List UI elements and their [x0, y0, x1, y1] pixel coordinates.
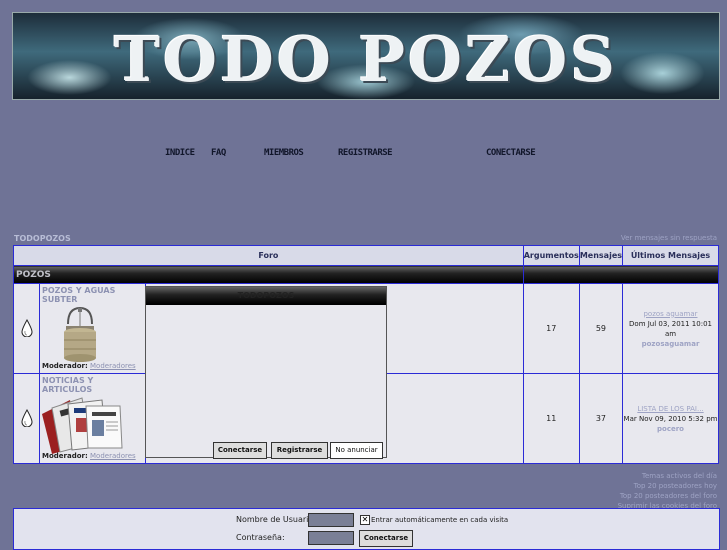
link-top-posters-forum[interactable]: Top 20 posteadores del foro — [618, 491, 717, 501]
nav-miembros[interactable]: MIEMBROS — [264, 148, 304, 158]
category-title[interactable]: POZOS — [13, 265, 524, 284]
forum-title[interactable]: NOTICIAS Y ARTICULOS — [40, 374, 145, 394]
forum-title[interactable]: POZOS Y AGUAS SUBTER — [40, 284, 145, 304]
moderator-label: Moderador: — [42, 452, 88, 460]
banner-title: TODO POZOS — [113, 23, 619, 96]
last-post-date: Dom Jul 03, 2011 10:01 am — [629, 319, 712, 338]
moderator-label: Moderador: — [42, 362, 88, 370]
last-post-date: Mar Nov 09, 2010 5:32 pm — [623, 414, 718, 423]
nav-indice[interactable]: INDICE — [165, 148, 195, 158]
login-submit-button[interactable]: Conectarse — [359, 530, 413, 547]
popup-register-button[interactable]: Registrarse — [271, 442, 328, 459]
last-post-user[interactable]: pozosaguamar — [623, 339, 718, 349]
last-post-cell: LISTA DE LOS PAI... Mar Nov 09, 2010 5:3… — [622, 373, 719, 464]
popup-title: TODOPOZOS — [146, 287, 386, 305]
last-post-title[interactable]: LISTA DE LOS PAI... — [623, 404, 718, 414]
well-image — [64, 306, 96, 362]
username-label: Nombre de Usuario: — [236, 515, 316, 524]
forum-info-cell: NOTICIAS Y ARTICULOS Moderador: Moderado… — [39, 373, 146, 464]
forum-info-cell: POZOS Y AGUAS SUBTER Moderador: Moderado… — [39, 283, 146, 374]
posts-count: 37 — [578, 373, 624, 464]
last-post-title[interactable]: pozos aguamar — [623, 309, 718, 319]
auto-login-checkbox[interactable]: ✕ — [360, 515, 370, 525]
category-right — [522, 265, 720, 284]
moderator-link[interactable]: Moderadores — [90, 362, 136, 370]
table-header-row: Foro Argumentos Mensajes Últimos Mensaje… — [13, 245, 719, 266]
username-input[interactable] — [308, 513, 354, 527]
posts-count: 59 — [578, 283, 624, 374]
last-post-cell: pozos aguamar Dom Jul 03, 2011 10:01 am … — [622, 283, 719, 374]
auto-login-label: Entrar automáticamente en cada visita — [371, 516, 509, 524]
nav-registrarse[interactable]: REGISTRARSE — [338, 148, 393, 158]
topics-count: 11 — [522, 373, 580, 464]
forum-status-cell — [13, 373, 40, 464]
login-panel: Nombre de Usuario: ✕ Entrar automáticame… — [13, 508, 720, 550]
moderator-line: Moderador: Moderadores — [40, 362, 136, 370]
right-links: Temas activos del día Top 20 posteadores… — [618, 471, 717, 511]
header-forum: Foro — [13, 245, 524, 266]
site-name-link[interactable]: TODOPOZOS — [14, 234, 71, 243]
water-drop-icon — [20, 408, 33, 427]
last-post-user[interactable]: pocero — [623, 424, 718, 434]
password-input[interactable] — [308, 531, 354, 545]
site-banner[interactable]: TODO POZOS — [12, 12, 720, 100]
moderator-link[interactable]: Moderadores — [90, 452, 136, 460]
link-top-posters-today[interactable]: Top 20 posteadores hoy — [618, 481, 717, 491]
moderator-line: Moderador: Moderadores — [40, 452, 136, 460]
link-active-topics[interactable]: Temas activos del día — [618, 471, 717, 481]
unanswered-link[interactable]: Ver mensajes sin respuesta — [621, 234, 717, 242]
popup-no-ads-button[interactable]: No anunciar — [330, 442, 383, 459]
forum-status-cell — [13, 283, 40, 374]
popup-body: Conectarse Registrarse No anunciar — [146, 305, 386, 459]
magazines-image — [42, 397, 123, 454]
nav-faq[interactable]: FAQ — [211, 148, 226, 158]
topics-count: 17 — [522, 283, 580, 374]
water-drop-icon — [20, 318, 33, 337]
password-label: Contraseña: — [236, 533, 285, 542]
header-posts: Mensajes — [578, 245, 624, 266]
popup-login-button[interactable]: Conectarse — [213, 442, 267, 459]
header-last: Últimos Mensajes — [622, 245, 719, 266]
login-popup: TODOPOZOS Conectarse Registrarse No anun… — [145, 286, 387, 459]
category-row: POZOS — [13, 265, 720, 284]
header-topics: Argumentos — [522, 245, 580, 266]
nav-conectarse[interactable]: CONECTARSE — [486, 148, 536, 158]
